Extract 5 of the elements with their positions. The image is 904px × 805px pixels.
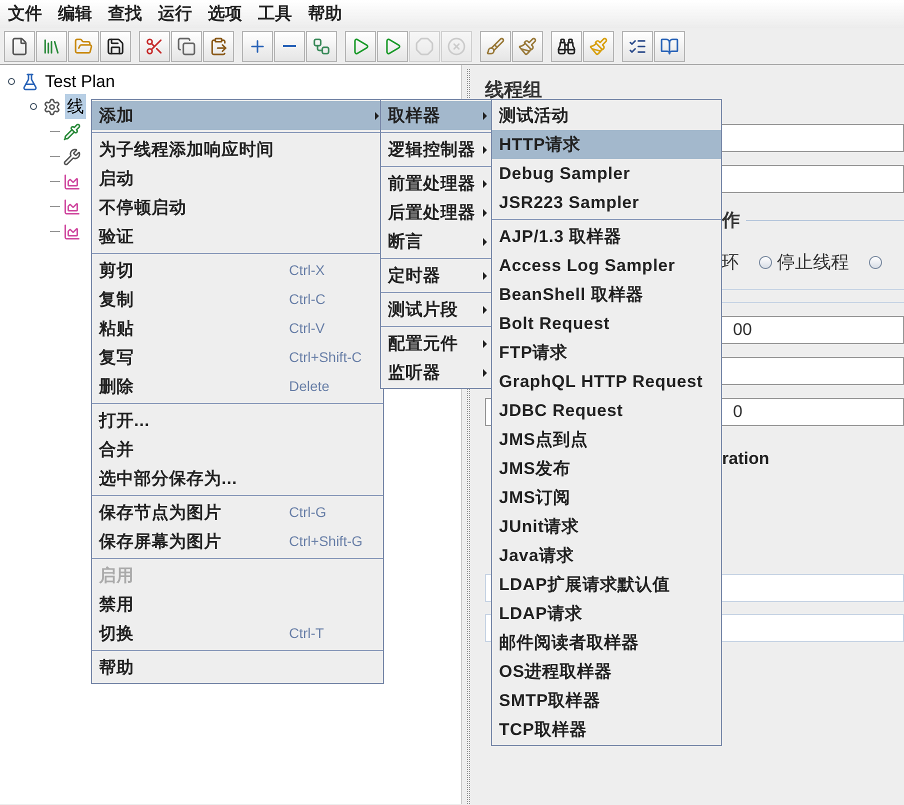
section-label: ration	[722, 448, 770, 470]
group-title: 作	[722, 208, 740, 232]
radio-label: 停止线程	[777, 250, 849, 274]
panel-title: 线程组	[485, 79, 543, 103]
radio-label: 环	[721, 250, 739, 274]
